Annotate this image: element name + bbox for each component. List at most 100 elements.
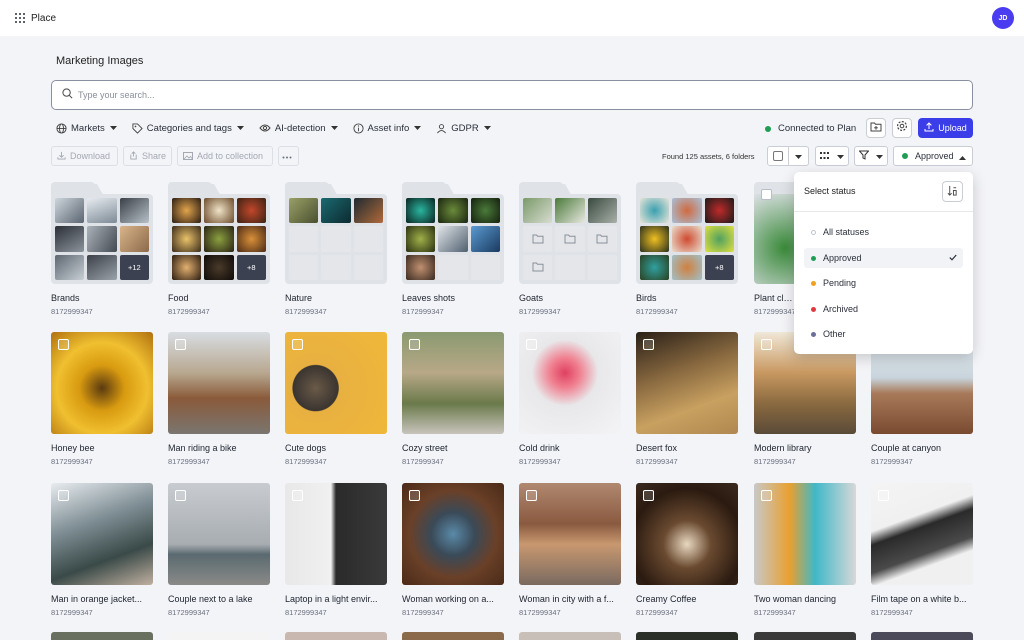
filter-gdpr[interactable]: GDPR	[436, 123, 491, 134]
folder-thumbnail[interactable]	[285, 182, 387, 284]
folder-card[interactable]: +8 Food 8172999347	[168, 182, 270, 316]
asset-card[interactable]: Man riding a bike 8172999347	[168, 332, 270, 466]
filter-markets[interactable]: Markets	[56, 123, 117, 134]
asset-thumbnail[interactable]	[285, 632, 387, 640]
folder-card[interactable]: +8 Birds 8172999347	[636, 182, 738, 316]
folder-thumbnail[interactable]: +12	[51, 182, 153, 284]
sort-button[interactable]	[942, 181, 963, 202]
select-checkbox[interactable]	[175, 490, 186, 501]
upload-button[interactable]: Upload	[918, 118, 973, 138]
select-checkbox[interactable]	[526, 339, 537, 350]
select-checkbox[interactable]	[175, 339, 186, 350]
folder-thumbnail[interactable]: +8	[636, 182, 738, 284]
asset-thumbnail[interactable]	[51, 632, 153, 640]
asset-thumbnail[interactable]	[285, 332, 387, 434]
select-all-checkbox[interactable]	[767, 146, 789, 166]
asset-card[interactable]	[636, 632, 738, 640]
asset-card[interactable]: Two woman dancing 8172999347	[754, 483, 856, 617]
asset-card[interactable]: Laptop in a light envir... 8172999347	[285, 483, 387, 617]
asset-thumbnail[interactable]	[402, 483, 504, 585]
folder-card[interactable]: Goats 8172999347	[519, 182, 621, 316]
select-checkbox[interactable]	[526, 490, 537, 501]
asset-thumbnail[interactable]	[168, 632, 270, 640]
asset-card[interactable]	[51, 632, 153, 640]
select-checkbox[interactable]	[409, 339, 420, 350]
status-option-archived[interactable]: Archived	[804, 299, 963, 319]
asset-card[interactable]	[402, 632, 504, 640]
asset-card[interactable]: Cozy street 8172999347	[402, 332, 504, 466]
asset-thumbnail[interactable]	[51, 483, 153, 585]
folder-card[interactable]: +12 Brands 8172999347	[51, 182, 153, 316]
asset-thumbnail[interactable]	[51, 332, 153, 434]
asset-thumbnail[interactable]	[871, 483, 973, 585]
filter-asset-info[interactable]: Asset info	[352, 123, 422, 134]
asset-card[interactable]: Film tape on a white b... 8172999347	[871, 483, 973, 617]
select-checkbox[interactable]	[58, 490, 69, 501]
search-bar[interactable]	[51, 80, 973, 110]
select-checkbox[interactable]	[292, 490, 303, 501]
share-button[interactable]: Share	[123, 146, 172, 166]
asset-card[interactable]	[871, 632, 973, 640]
asset-card[interactable]: Couple next to a lake 8172999347	[168, 483, 270, 617]
folder-thumbnail[interactable]	[519, 182, 621, 284]
asset-card[interactable]	[285, 632, 387, 640]
select-checkbox[interactable]	[643, 490, 654, 501]
asset-card[interactable]: Man in orange jacket... 8172999347	[51, 483, 153, 617]
folder-card[interactable]: Nature 8172999347	[285, 182, 387, 316]
select-checkbox[interactable]	[292, 339, 303, 350]
view-mode-dropdown[interactable]	[815, 146, 849, 166]
select-checkbox[interactable]	[761, 490, 772, 501]
status-option-pending[interactable]: Pending	[804, 273, 963, 293]
asset-thumbnail[interactable]	[168, 332, 270, 434]
asset-card[interactable]	[754, 632, 856, 640]
status-filter-button[interactable]: Approved	[893, 146, 973, 166]
asset-thumbnail[interactable]	[636, 483, 738, 585]
asset-thumbnail[interactable]	[754, 483, 856, 585]
download-button[interactable]: Download	[51, 146, 118, 166]
filter-dropdown[interactable]	[854, 146, 888, 166]
search-input[interactable]	[78, 90, 878, 100]
asset-thumbnail[interactable]	[636, 632, 738, 640]
asset-card[interactable]: Creamy Coffee 8172999347	[636, 483, 738, 617]
avatar[interactable]: JD	[992, 7, 1014, 29]
asset-thumbnail[interactable]	[754, 632, 856, 640]
folder-card[interactable]: Leaves shots 8172999347	[402, 182, 504, 316]
asset-card[interactable]: Honey bee 8172999347	[51, 332, 153, 466]
asset-card[interactable]: Cold drink 8172999347	[519, 332, 621, 466]
asset-card[interactable]: Cute dogs 8172999347	[285, 332, 387, 466]
add-to-collection-button[interactable]: Add to collection	[177, 146, 273, 166]
folder-thumbnail[interactable]	[402, 182, 504, 284]
asset-thumbnail[interactable]	[519, 483, 621, 585]
filter-ai-detection[interactable]: AI-detection	[259, 123, 338, 134]
select-checkbox[interactable]	[761, 189, 772, 200]
status-option-all[interactable]: All statuses	[804, 222, 963, 242]
asset-card[interactable]: Woman working on a... 8172999347	[402, 483, 504, 617]
asset-thumbnail[interactable]	[402, 332, 504, 434]
select-checkbox[interactable]	[58, 339, 69, 350]
asset-thumbnail[interactable]	[402, 632, 504, 640]
select-checkbox[interactable]	[878, 490, 889, 501]
asset-thumbnail[interactable]	[519, 632, 621, 640]
asset-card[interactable]: Desert fox 8172999347	[636, 332, 738, 466]
asset-card[interactable]	[519, 632, 621, 640]
new-folder-button[interactable]	[866, 118, 886, 138]
select-checkbox[interactable]	[409, 490, 420, 501]
asset-thumbnail[interactable]	[285, 483, 387, 585]
apps-grid-icon[interactable]	[15, 13, 25, 23]
select-checkbox[interactable]	[643, 339, 654, 350]
asset-thumbnail[interactable]	[871, 632, 973, 640]
asset-card[interactable]	[168, 632, 270, 640]
asset-card[interactable]: Woman in city with a f... 8172999347	[519, 483, 621, 617]
more-actions-button[interactable]	[278, 146, 299, 166]
select-options-dropdown[interactable]	[788, 146, 809, 166]
select-checkbox[interactable]	[761, 339, 772, 350]
status-option-other[interactable]: Other	[804, 324, 963, 344]
asset-thumbnail[interactable]	[636, 332, 738, 434]
app-name[interactable]: Place	[31, 13, 56, 24]
status-option-approved[interactable]: Approved	[804, 248, 963, 268]
settings-button[interactable]	[892, 118, 912, 138]
filter-categories[interactable]: Categories and tags	[132, 123, 244, 134]
asset-thumbnail[interactable]	[168, 483, 270, 585]
asset-thumbnail[interactable]	[519, 332, 621, 434]
folder-thumbnail[interactable]: +8	[168, 182, 270, 284]
